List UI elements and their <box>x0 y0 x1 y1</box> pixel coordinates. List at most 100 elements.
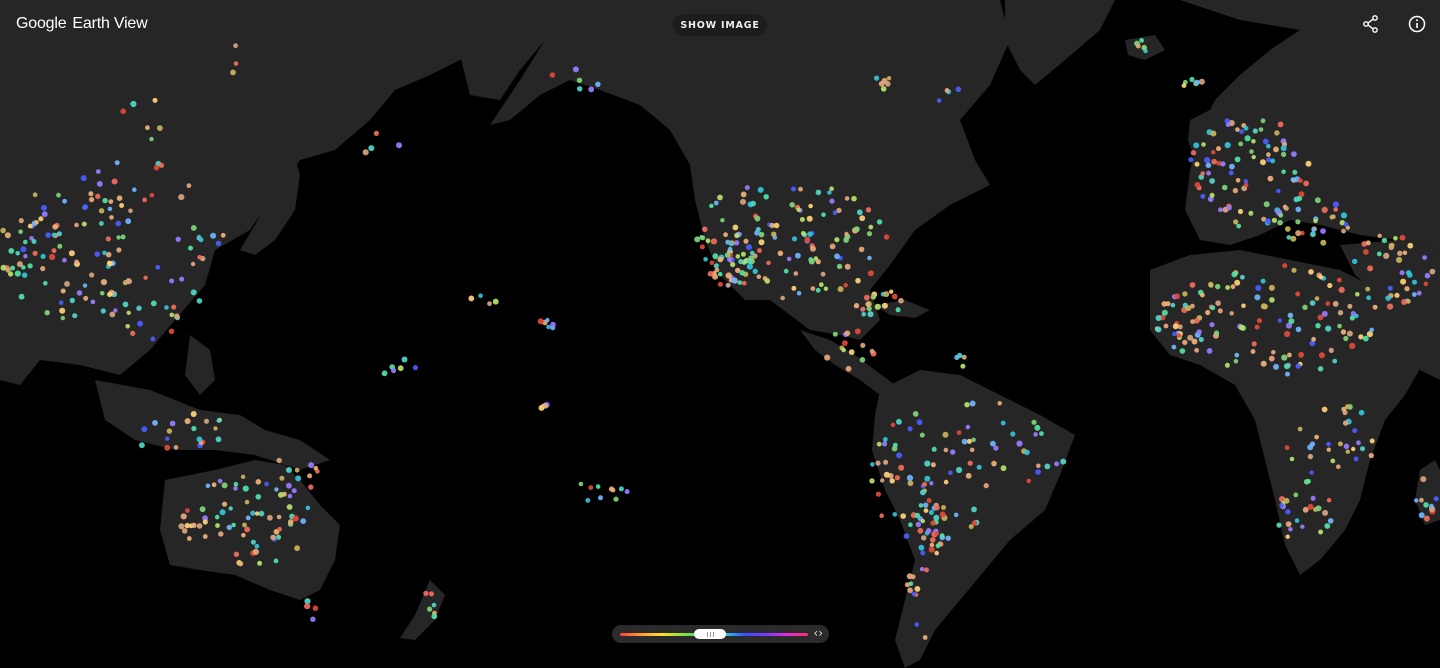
photo-location-dot[interactable] <box>1255 285 1262 291</box>
photo-location-dot[interactable] <box>1320 228 1326 235</box>
photo-location-dot[interactable] <box>1353 456 1359 462</box>
photo-location-dot[interactable] <box>1174 293 1181 300</box>
photo-location-dot[interactable] <box>1287 352 1292 358</box>
photo-location-dot[interactable] <box>1333 207 1338 212</box>
photo-location-dot[interactable] <box>181 528 188 534</box>
photo-location-dot[interactable] <box>57 243 63 249</box>
photo-location-dot[interactable] <box>971 506 977 513</box>
photo-location-dot[interactable] <box>274 487 279 492</box>
photo-location-dot[interactable] <box>876 219 883 225</box>
photo-location-dot[interactable] <box>238 561 244 567</box>
photo-location-dot[interactable] <box>1326 497 1332 503</box>
photo-location-dot[interactable] <box>1139 38 1144 43</box>
photo-location-dot[interactable] <box>111 178 118 185</box>
photo-location-dot[interactable] <box>10 265 16 271</box>
photo-location-dot[interactable] <box>740 251 746 257</box>
photo-location-dot[interactable] <box>83 295 89 301</box>
photo-location-dot[interactable] <box>1345 404 1350 409</box>
photo-location-dot[interactable] <box>1016 440 1023 447</box>
photo-location-dot[interactable] <box>886 76 892 81</box>
photo-location-dot[interactable] <box>1307 444 1314 451</box>
photo-location-dot[interactable] <box>1295 363 1301 369</box>
photo-location-dot[interactable] <box>757 186 764 193</box>
photo-location-dot[interactable] <box>944 88 950 93</box>
photo-location-dot[interactable] <box>1400 278 1407 285</box>
photo-location-dot[interactable] <box>964 402 970 408</box>
photo-location-dot[interactable] <box>1305 160 1312 167</box>
photo-location-dot[interactable] <box>1225 122 1231 128</box>
photo-location-dot[interactable] <box>1282 263 1288 269</box>
photo-location-dot[interactable] <box>4 232 11 239</box>
photo-location-dot[interactable] <box>478 293 483 299</box>
photo-location-dot[interactable] <box>725 272 732 279</box>
photo-location-dot[interactable] <box>1381 237 1388 244</box>
photo-location-dot[interactable] <box>956 466 963 474</box>
photo-location-dot[interactable] <box>971 520 978 526</box>
photo-location-dot[interactable] <box>214 514 220 520</box>
photo-location-dot[interactable] <box>1238 141 1244 147</box>
photo-location-dot[interactable] <box>32 250 38 256</box>
photo-location-dot[interactable] <box>1294 518 1300 523</box>
photo-location-dot[interactable] <box>1135 43 1141 49</box>
photo-location-dot[interactable] <box>971 437 976 443</box>
photo-location-dot[interactable] <box>1376 251 1382 257</box>
photo-location-dot[interactable] <box>727 257 732 262</box>
photo-location-dot[interactable] <box>1394 292 1400 298</box>
photo-location-dot[interactable] <box>945 535 951 541</box>
slider-thumb[interactable] <box>694 629 726 639</box>
photo-location-dot[interactable] <box>1209 178 1215 184</box>
photo-location-dot[interactable] <box>295 475 302 482</box>
photo-location-dot[interactable] <box>1337 323 1342 329</box>
photo-location-dot[interactable] <box>76 290 83 296</box>
photo-location-dot[interactable] <box>1341 228 1346 234</box>
photo-location-dot[interactable] <box>126 310 131 315</box>
photo-location-dot[interactable] <box>64 281 70 287</box>
photo-location-dot[interactable] <box>136 305 142 311</box>
photo-location-dot[interactable] <box>608 486 615 492</box>
photo-location-dot[interactable] <box>727 246 733 252</box>
photo-location-dot[interactable] <box>735 254 741 259</box>
photo-location-dot[interactable] <box>791 186 796 192</box>
photo-location-dot[interactable] <box>750 200 756 207</box>
photo-location-dot[interactable] <box>1244 135 1251 142</box>
photo-location-dot[interactable] <box>1284 445 1290 451</box>
photo-location-dot[interactable] <box>1210 130 1217 137</box>
photo-location-dot[interactable] <box>588 485 594 490</box>
photo-location-dot[interactable] <box>941 505 946 510</box>
photo-location-dot[interactable] <box>1182 291 1188 297</box>
photo-location-dot[interactable] <box>934 531 939 536</box>
photo-location-dot[interactable] <box>898 464 905 471</box>
photo-location-dot[interactable] <box>883 437 888 442</box>
photo-location-dot[interactable] <box>1263 201 1270 208</box>
photo-location-dot[interactable] <box>1303 180 1309 187</box>
photo-location-dot[interactable] <box>934 504 940 511</box>
photo-location-dot[interactable] <box>868 224 874 230</box>
photo-location-dot[interactable] <box>874 303 881 310</box>
photo-location-dot[interactable] <box>190 289 197 296</box>
photo-location-dot[interactable] <box>1278 212 1284 218</box>
photo-location-dot[interactable] <box>848 349 855 355</box>
photo-location-dot[interactable] <box>1285 521 1292 527</box>
photo-location-dot[interactable] <box>100 308 106 314</box>
photo-location-dot[interactable] <box>427 606 433 612</box>
photo-location-dot[interactable] <box>1285 534 1290 539</box>
photo-location-dot[interactable] <box>1211 158 1217 165</box>
photo-location-dot[interactable] <box>965 424 971 430</box>
photo-location-dot[interactable] <box>1189 76 1195 83</box>
photo-location-dot[interactable] <box>724 252 731 258</box>
photo-location-dot[interactable] <box>939 533 945 538</box>
photo-location-dot[interactable] <box>738 258 744 265</box>
photo-location-dot[interactable] <box>186 183 192 189</box>
photo-location-dot[interactable] <box>1277 219 1283 226</box>
photo-location-dot[interactable] <box>255 479 262 485</box>
photo-location-dot[interactable] <box>1342 420 1349 426</box>
photo-location-dot[interactable] <box>1210 305 1216 311</box>
photo-location-dot[interactable] <box>1362 335 1369 342</box>
photo-location-dot[interactable] <box>102 250 107 256</box>
photo-location-dot[interactable] <box>199 506 206 513</box>
photo-location-dot[interactable] <box>1307 453 1314 460</box>
photo-location-dot[interactable] <box>807 231 813 237</box>
photo-location-dot[interactable] <box>834 237 840 243</box>
photo-location-dot[interactable] <box>1289 456 1295 462</box>
photo-location-dot[interactable] <box>1000 420 1006 426</box>
